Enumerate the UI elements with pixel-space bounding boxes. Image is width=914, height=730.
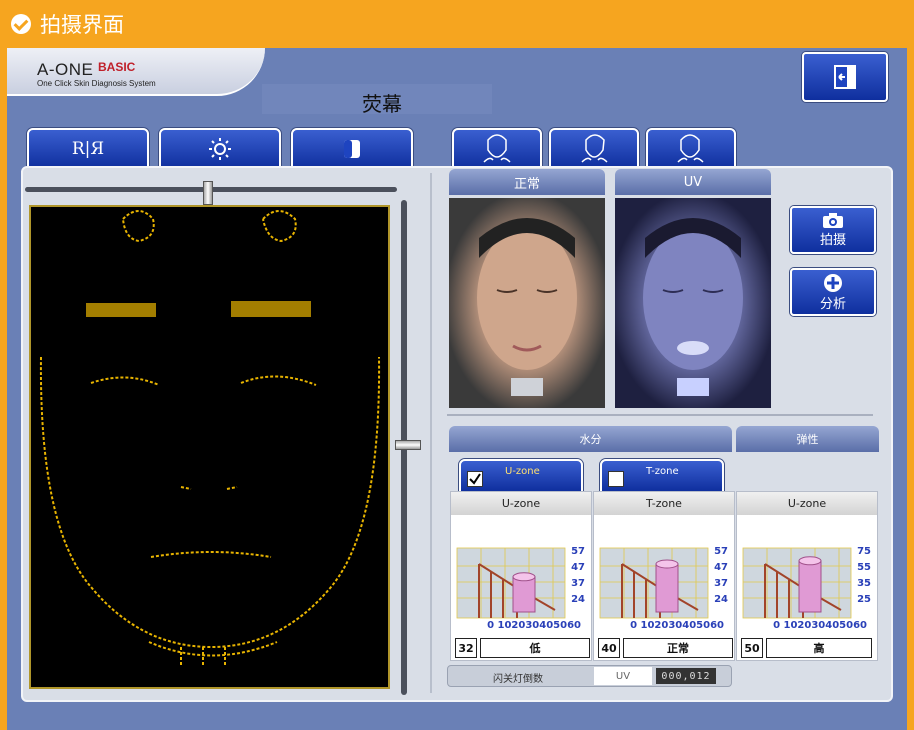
capture-button[interactable]: 拍摄 <box>790 206 876 254</box>
mirror-flip-icon: R|Я <box>71 139 105 159</box>
brand-edition: BASIC <box>98 60 136 74</box>
checkmark-icon <box>469 473 481 485</box>
level-cylinder <box>798 560 822 613</box>
brand-name: A-ONE <box>37 60 94 79</box>
exit-button[interactable] <box>802 52 888 102</box>
contrast-button[interactable] <box>291 128 413 170</box>
level-cylinder-top <box>512 572 536 582</box>
x-tick-labels: 0 102030405060 <box>487 620 581 631</box>
flash-mode: UV <box>594 667 652 685</box>
score-value: 32 <box>455 638 477 658</box>
title-bar: 拍摄界面 <box>0 0 914 48</box>
elasticity-u-zone-chart: U-zone 75 55 35 25 0 102030405060 <box>736 491 878 661</box>
plus-icon <box>824 273 842 292</box>
normal-photo-header: 正常 <box>449 169 605 195</box>
analyze-button[interactable]: 分析 <box>790 268 876 316</box>
y-tick-label: 25 <box>857 594 871 605</box>
mirror-flip-button[interactable]: R|Я <box>27 128 149 170</box>
moisture-u-zone-chart: U-zone 57 47 37 24 0 102030405060 <box>450 491 592 661</box>
y-tick-label: 24 <box>571 594 585 605</box>
flash-label: 闪关灯倒数 <box>493 674 543 685</box>
slider-handle[interactable] <box>203 181 213 205</box>
normal-face-photo[interactable] <box>449 198 605 408</box>
section-divider <box>447 414 873 416</box>
face-contour-scan <box>39 210 381 667</box>
brightness-icon <box>209 138 231 160</box>
y-tick-label: 75 <box>857 546 871 557</box>
vertical-slider[interactable] <box>395 200 421 695</box>
exit-door-icon <box>834 65 856 89</box>
u-zone-checkbox[interactable] <box>467 471 483 487</box>
y-tick-label: 47 <box>714 562 728 573</box>
face-front-button[interactable] <box>452 128 542 170</box>
face-right-button[interactable] <box>646 128 736 170</box>
level-cylinder <box>655 563 679 613</box>
app-area: A-ONE BASIC One Click Skin Diagnosis Sys… <box>7 48 907 730</box>
moisture-t-zone-chart: T-zone 57 47 37 24 0 102030405060 <box>593 491 735 661</box>
face-photo-normal <box>477 218 577 396</box>
u-zone-label: U-zone <box>505 466 540 477</box>
chart-graphic: 57 47 37 24 0 102030405060 <box>599 546 728 631</box>
flash-counter: 000,012 <box>656 668 716 684</box>
x-tick-labels: 0 102030405060 <box>773 620 867 631</box>
window-title: 拍摄界面 <box>40 13 124 37</box>
y-tick-label: 47 <box>571 562 585 573</box>
slider-handle[interactable] <box>395 440 421 450</box>
panel-divider <box>430 173 432 693</box>
y-tick-label: 35 <box>857 578 871 589</box>
chart-title: U-zone <box>451 492 591 515</box>
chart-graphic: 57 47 37 24 0 102030405060 <box>456 546 585 631</box>
level-cylinder <box>512 576 536 613</box>
score-grade: 高 <box>766 638 872 658</box>
skin-scan-image <box>29 205 390 689</box>
y-tick-label: 57 <box>571 546 585 557</box>
capture-label: 拍摄 <box>819 232 846 248</box>
uv-photo-header: UV <box>615 169 771 195</box>
brand-tagline: One Click Skin Diagnosis System <box>37 79 156 88</box>
mode-label: 荧幕 <box>362 92 402 116</box>
face-left-button[interactable] <box>549 128 639 170</box>
camera-icon <box>823 212 843 228</box>
analyze-label: 分析 <box>819 296 846 312</box>
t-zone-checkbox[interactable] <box>608 471 624 487</box>
t-zone-toggle[interactable]: T-zone <box>600 459 724 493</box>
face-front-icon <box>483 134 511 163</box>
face-left-icon <box>581 134 608 163</box>
face-photo-uv <box>643 218 743 396</box>
check-icon <box>11 14 31 34</box>
chart-title: U-zone <box>737 492 877 515</box>
score-grade: 低 <box>480 638 590 658</box>
brightness-button[interactable] <box>159 128 281 170</box>
uv-face-photo[interactable] <box>615 198 771 408</box>
y-tick-label: 24 <box>714 594 728 605</box>
y-tick-label: 57 <box>714 546 728 557</box>
chart-title: T-zone <box>594 492 734 515</box>
contrast-icon <box>344 140 360 158</box>
level-cylinder-top <box>798 556 822 566</box>
score-grade: 正常 <box>623 638 733 658</box>
chart-graphic: 75 55 35 25 0 102030405060 <box>742 546 871 631</box>
score-value: 40 <box>598 638 620 658</box>
elasticity-section-header: 弹性 <box>736 426 879 452</box>
y-tick-label: 37 <box>714 578 728 589</box>
flash-countdown-bar: 闪关灯倒数 UV 000,012 <box>447 665 732 687</box>
u-zone-toggle[interactable]: U-zone <box>459 459 583 493</box>
y-tick-label: 37 <box>571 578 585 589</box>
face-right-icon <box>677 134 704 163</box>
y-tick-label: 55 <box>857 562 871 573</box>
level-cylinder-top <box>655 559 679 569</box>
horizontal-slider[interactable] <box>25 181 397 205</box>
logo: A-ONE BASIC One Click Skin Diagnosis Sys… <box>7 48 265 96</box>
x-tick-labels: 0 102030405060 <box>630 620 724 631</box>
score-value: 50 <box>741 638 763 658</box>
t-zone-label: T-zone <box>646 466 679 477</box>
moisture-section-header: 水分 <box>449 426 732 452</box>
